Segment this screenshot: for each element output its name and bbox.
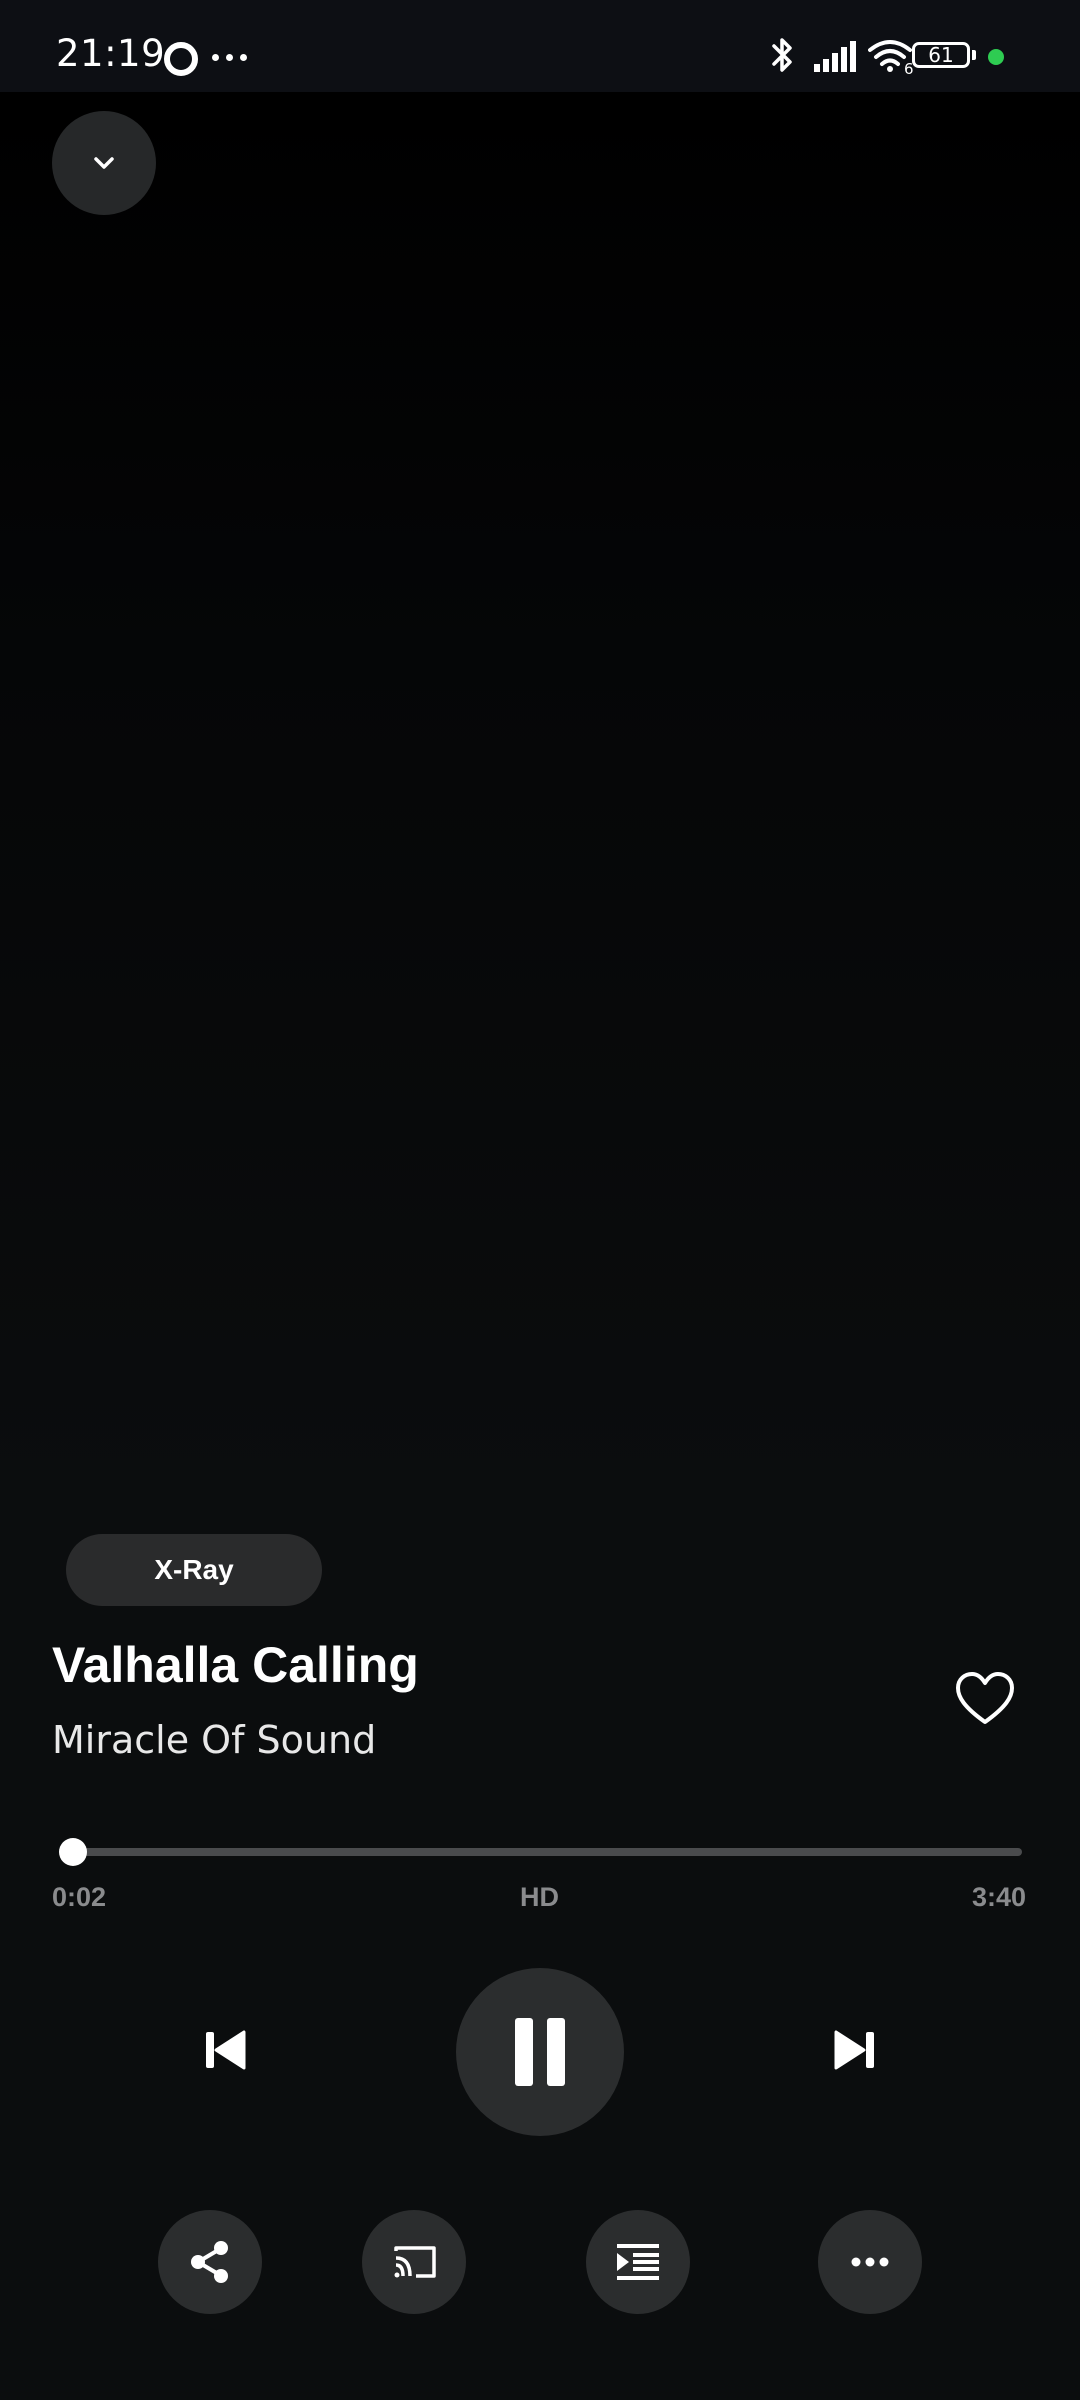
skip-previous-icon <box>206 2030 246 2070</box>
album-art-area <box>0 92 1080 1492</box>
queue-button[interactable] <box>586 2210 690 2314</box>
skip-next-icon <box>834 2030 874 2070</box>
bluetooth-icon <box>772 38 792 72</box>
battery-nub <box>972 50 976 60</box>
more-horizontal-icon <box>851 2257 889 2267</box>
status-bar: 21:19 6 61 <box>0 0 1080 92</box>
cast-button[interactable] <box>362 2210 466 2314</box>
status-icons: 6 61 <box>680 0 1080 92</box>
more-options-button[interactable] <box>818 2210 922 2314</box>
signal-icon <box>814 41 856 72</box>
elapsed-time: 0:02 <box>52 1882 107 1912</box>
next-button[interactable] <box>828 2018 884 2082</box>
cast-icon <box>394 2246 436 2278</box>
share-button[interactable] <box>158 2210 262 2314</box>
total-time: 3:40 <box>971 1882 1026 1912</box>
privacy-indicator-dot <box>988 49 1004 65</box>
heart-outline-icon <box>956 1672 1014 1724</box>
dots-icon <box>212 54 248 62</box>
queue-icon <box>617 2244 659 2280</box>
progress-thumb[interactable] <box>58 1838 87 1866</box>
xray-button[interactable]: X-Ray <box>66 1534 322 1606</box>
ring-icon <box>164 42 198 76</box>
track-title: Valhalla Calling <box>52 1637 419 1693</box>
pause-button[interactable] <box>456 1968 624 2136</box>
battery-level: 61 <box>928 43 954 67</box>
quality-badge: HD <box>520 1882 559 1912</box>
collapse-player-button[interactable] <box>52 111 156 215</box>
track-artist[interactable]: Miracle Of Sound <box>52 1718 376 1762</box>
share-icon <box>191 2241 228 2283</box>
progress-bar[interactable] <box>64 1848 1022 1856</box>
battery-icon: 61 <box>912 42 970 68</box>
pause-icon <box>515 2018 533 2086</box>
status-time: 21:19 <box>56 32 166 75</box>
favorite-button[interactable] <box>950 1664 1020 1734</box>
pause-icon <box>547 2018 565 2086</box>
chevron-down-icon <box>94 157 114 169</box>
previous-button[interactable] <box>196 2018 252 2082</box>
